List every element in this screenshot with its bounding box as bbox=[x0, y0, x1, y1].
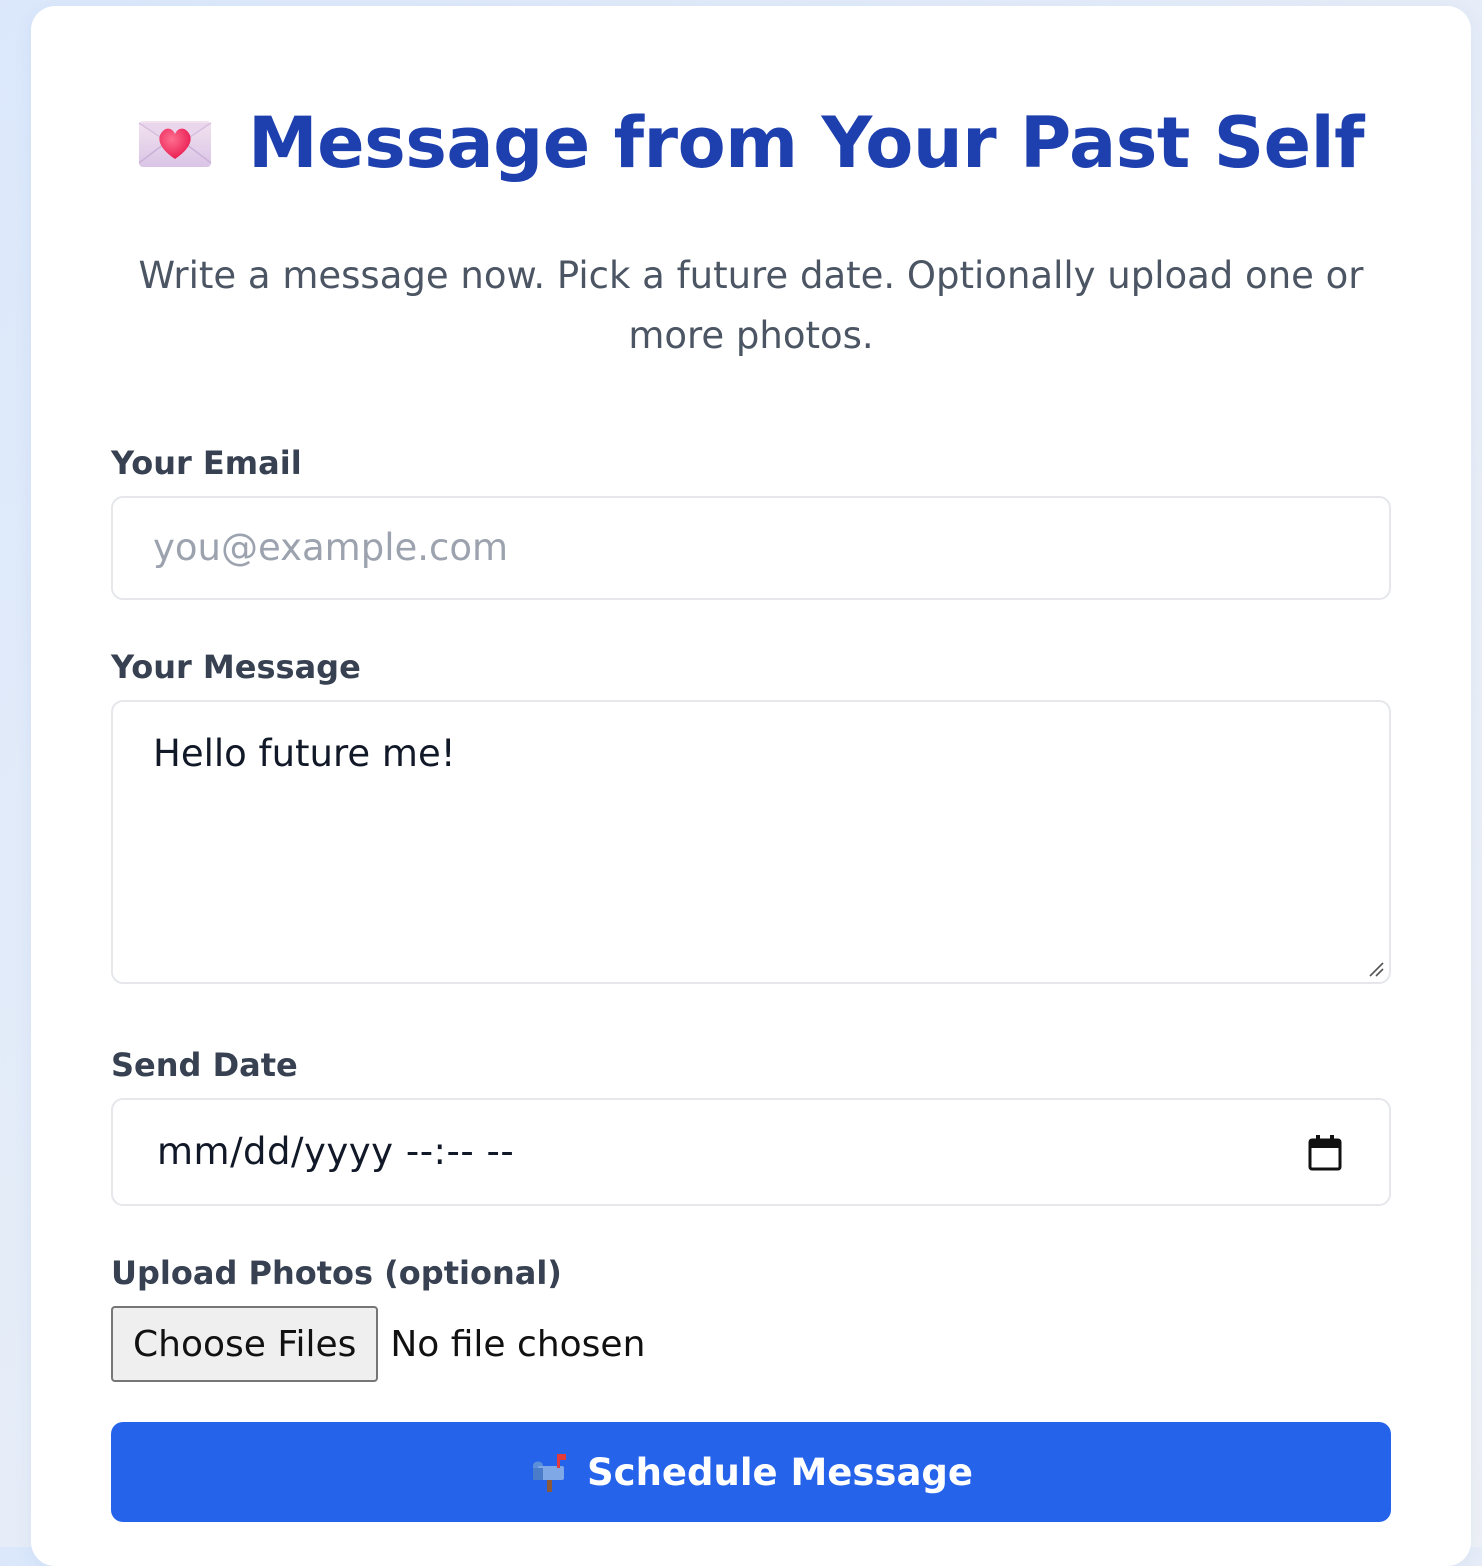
page-title: Message from Your Past Self bbox=[247, 102, 1365, 184]
send-date-value: mm/dd/yyyy --:-- -- bbox=[157, 1130, 515, 1173]
message-label: Your Message bbox=[111, 648, 361, 686]
calendar-icon[interactable] bbox=[1307, 1134, 1343, 1172]
send-date-field[interactable]: mm/dd/yyyy --:-- -- bbox=[111, 1098, 1391, 1206]
message-text: Hello future me! bbox=[153, 732, 456, 775]
email-placeholder: you@example.com bbox=[153, 526, 509, 569]
resize-handle-icon[interactable] bbox=[1367, 960, 1385, 978]
form-card: Message from Your Past Self Write a mess… bbox=[31, 6, 1471, 1566]
love-letter-icon bbox=[138, 117, 212, 169]
page-header: Message from Your Past Self bbox=[31, 102, 1471, 184]
message-textarea[interactable]: Hello future me! bbox=[111, 700, 1391, 984]
upload-photos-label: Upload Photos (optional) bbox=[111, 1254, 562, 1292]
mailbox-icon bbox=[529, 1452, 569, 1492]
file-status-text: No file chosen bbox=[390, 1323, 646, 1365]
send-date-label: Send Date bbox=[111, 1046, 298, 1084]
email-field[interactable]: you@example.com bbox=[111, 496, 1391, 600]
page-subtitle: Write a message now. Pick a future date.… bbox=[138, 254, 1364, 357]
choose-files-button[interactable]: Choose Files bbox=[111, 1306, 379, 1382]
schedule-message-label: Schedule Message bbox=[586, 1450, 973, 1494]
schedule-message-button[interactable]: Schedule Message bbox=[111, 1422, 1391, 1522]
file-input[interactable]: Choose Files No file chosen bbox=[111, 1306, 645, 1382]
email-label: Your Email bbox=[111, 444, 302, 482]
